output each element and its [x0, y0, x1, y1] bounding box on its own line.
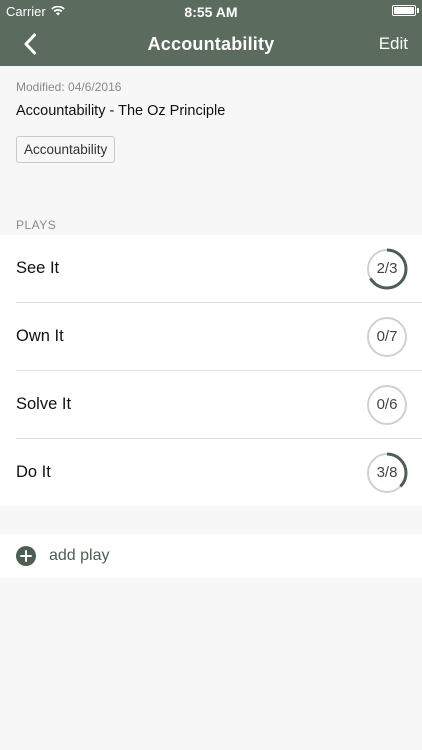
progress-ring: 2/3: [366, 248, 408, 290]
play-name: Own It: [16, 327, 64, 345]
progress-ring: 0/7: [366, 316, 408, 358]
progress-ring: 0/6: [366, 384, 408, 426]
status-time: 8:55 AM: [184, 4, 238, 20]
navigation-bar: Carrier 8:55 AM Accountability Edit: [0, 0, 422, 66]
page-title: Accountability: [147, 34, 275, 54]
list-item[interactable]: Own It 0/7: [16, 302, 422, 370]
list-item[interactable]: Do It 3/8: [16, 438, 422, 506]
plays-section-label: PLAYS: [16, 218, 57, 232]
progress-text: 2/3: [376, 260, 398, 277]
progress-text: 3/8: [376, 464, 398, 481]
list-item[interactable]: See It 2/3: [0, 235, 422, 302]
category-tag[interactable]: Accountability: [16, 136, 116, 163]
modified-date: Modified: 04/6/2016: [16, 80, 122, 94]
progress-text: 0/7: [376, 328, 398, 345]
plus-circle-icon: [16, 546, 36, 566]
plays-list: See It 2/3 Own It 0/7 Solve It 0/6 Do It…: [0, 235, 422, 506]
play-name: Solve It: [16, 395, 72, 413]
progress-text: 0/6: [376, 396, 398, 413]
play-name: Do It: [16, 463, 51, 481]
add-play-button[interactable]: add play: [0, 534, 422, 578]
edit-button[interactable]: Edit: [379, 34, 408, 54]
status-bar: Carrier 8:55 AM: [0, 0, 422, 22]
play-name: See It: [16, 259, 60, 277]
battery-tip: [417, 8, 419, 13]
item-subtitle: Accountability - The Oz Principle: [16, 103, 226, 119]
progress-ring: 3/8: [366, 452, 408, 494]
add-play-label: add play: [49, 547, 110, 564]
battery-icon: [392, 5, 416, 16]
list-item[interactable]: Solve It 0/6: [16, 370, 422, 438]
